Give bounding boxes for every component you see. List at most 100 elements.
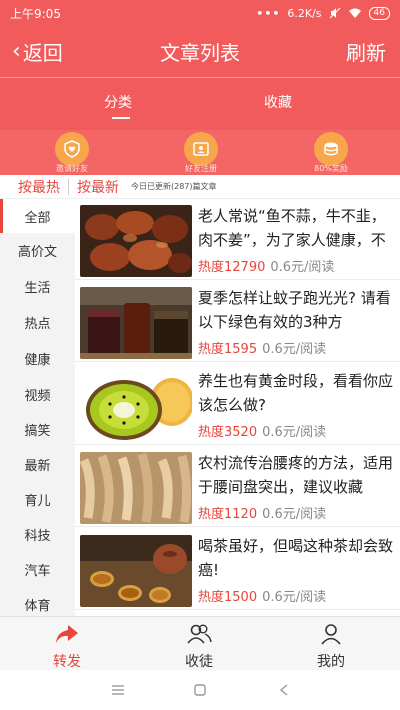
- category-item[interactable]: 视频: [0, 377, 75, 411]
- sort-newest-button[interactable]: 按最新: [77, 177, 119, 197]
- heart-shield-icon: [55, 132, 89, 166]
- nav-disciple-label: 收徒: [185, 654, 213, 670]
- nav-share-label: 转发: [53, 654, 81, 670]
- article-title: 农村流传治腰疼的方法，适用于腰间盘突出，建议收藏: [198, 454, 394, 496]
- article-meta: 热度1120 0.6元/阅读: [198, 503, 326, 522]
- status-bar: 上午9:05 ••• 6.2K/s 46: [0, 0, 400, 26]
- article-thumbnail: [80, 287, 192, 359]
- tab-favorites[interactable]: 收藏: [264, 92, 292, 112]
- article-item[interactable]: 农村流传治腰疼的方法，适用于腰间盘突出，建议收藏 热度1120 0.6元/阅读: [75, 447, 400, 527]
- coins-icon: [314, 132, 348, 166]
- header-divider: [0, 77, 400, 78]
- article-price: 0.6元/阅读: [262, 342, 327, 357]
- menu-icon[interactable]: [108, 680, 128, 700]
- article-title: 喝茶虽好，但喝这种茶却会致癌!: [198, 537, 394, 579]
- category-label: 科技: [24, 528, 51, 544]
- active-tab-indicator: [112, 117, 130, 119]
- tab-category[interactable]: 分类: [104, 92, 132, 112]
- category-label: 健康: [24, 352, 51, 368]
- category-label: 视频: [24, 388, 51, 404]
- nav-mine[interactable]: 我的: [286, 623, 376, 671]
- article-heat: 热度1120: [198, 507, 258, 522]
- nav-disciple[interactable]: 收徒: [154, 623, 244, 671]
- category-item[interactable]: 搞笑: [0, 412, 75, 446]
- article-heat: 热度1595: [198, 342, 258, 357]
- status-time: 上午9:05: [10, 6, 61, 21]
- share-arrow-icon: [22, 623, 112, 647]
- category-label: 汽车: [24, 563, 51, 579]
- category-item[interactable]: 最新: [0, 447, 75, 481]
- article-title: 养生也有黄金时段，看看你应该怎么做?: [198, 372, 394, 414]
- article-item[interactable]: 喝茶虽好，但喝这种茶却会致癌! 热度1500 0.6元/阅读: [75, 530, 400, 610]
- category-label: 热点: [24, 316, 51, 332]
- category-label: 最新: [24, 458, 51, 474]
- mute-icon: [329, 7, 340, 19]
- category-label: 育儿: [24, 493, 51, 509]
- article-heat: 热度1500: [198, 590, 258, 605]
- article-thumbnail: [80, 370, 192, 442]
- article-thumbnail: [80, 452, 192, 524]
- refresh-button[interactable]: 刷新: [346, 37, 386, 66]
- article-item[interactable]: 养生也有黄金时段，看看你应该怎么做? 热度3520 0.6元/阅读: [75, 365, 400, 445]
- status-indicators: ••• 6.2K/s 46: [256, 6, 390, 20]
- article-thumbnail: [80, 535, 192, 607]
- category-label: 体育: [24, 598, 51, 614]
- category-item[interactable]: 科技: [0, 517, 75, 551]
- category-item[interactable]: 热点: [0, 305, 75, 339]
- article-item[interactable]: 夏季怎样让蚊子跑光光? 请看以下绿色有效的3种方 热度1595 0.6元/阅读: [75, 282, 400, 362]
- invite-friends-label: 邀请好友: [56, 164, 88, 173]
- id-card-icon: [184, 132, 218, 166]
- reward-label: 80%奖励: [314, 164, 348, 173]
- quick-actions: 邀请好友 好友注册 80%奖励: [0, 130, 400, 175]
- article-meta: 热度1500 0.6元/阅读: [198, 586, 326, 605]
- category-item[interactable]: 育儿: [0, 482, 75, 516]
- article-item[interactable]: 老人常说“鱼不蒜，牛不韭，肉不姜”，为了家人健康，不 热度12790 0.6元/阅…: [75, 200, 400, 280]
- article-thumbnail: [80, 205, 192, 277]
- category-item[interactable]: 健康: [0, 341, 75, 375]
- system-navigation-bar: [0, 670, 400, 710]
- battery-icon: 46: [368, 6, 390, 20]
- category-item[interactable]: 全部: [0, 199, 75, 233]
- friend-register-label: 好友注册: [185, 164, 217, 173]
- people-icon: [154, 623, 244, 647]
- sort-divider: [68, 178, 69, 195]
- article-price: 0.6元/阅读: [262, 425, 327, 440]
- back-triangle-icon[interactable]: [274, 680, 294, 700]
- article-heat: 热度3520: [198, 425, 258, 440]
- article-meta: 热度1595 0.6元/阅读: [198, 338, 326, 357]
- notification-dots: •••: [256, 6, 281, 20]
- person-icon: [286, 623, 376, 647]
- nav-share[interactable]: 转发: [22, 623, 112, 671]
- home-square-icon[interactable]: [190, 680, 210, 700]
- article-price: 0.6元/阅读: [262, 590, 327, 605]
- category-label: 高价文: [17, 244, 57, 260]
- sort-hottest-button[interactable]: 按最热: [18, 177, 60, 197]
- reward-action[interactable]: 80%奖励: [291, 132, 371, 174]
- category-label: 搞笑: [24, 423, 51, 439]
- category-item[interactable]: 生活: [0, 269, 75, 303]
- article-price: 0.6元/阅读: [270, 260, 335, 275]
- network-speed: 6.2K/s: [287, 6, 322, 20]
- category-sidebar: 全部 高价文 生活 热点 健康 视频 搞笑 最新 育儿 科技 汽车 体育: [0, 199, 75, 617]
- category-item[interactable]: 高价文: [0, 233, 75, 267]
- article-heat: 热度12790: [198, 260, 266, 275]
- title-bar: ‹ 返回 文章列表 刷新: [0, 26, 400, 76]
- category-item[interactable]: 汽车: [0, 552, 75, 586]
- bottom-navigation: 转发 收徒 我的: [0, 616, 400, 670]
- page-title: 文章列表: [160, 40, 240, 65]
- wifi-icon: [348, 8, 361, 18]
- friend-register-action[interactable]: 好友注册: [161, 132, 241, 174]
- article-title: 夏季怎样让蚊子跑光光? 请看以下绿色有效的3种方: [198, 289, 391, 331]
- sort-bar: 按最热 按最新 今日已更新(287)篇文章: [0, 175, 400, 199]
- invite-friends-action[interactable]: 邀请好友: [32, 132, 112, 174]
- article-price: 0.6元/阅读: [262, 507, 327, 522]
- category-label: 全部: [24, 210, 51, 226]
- article-meta: 热度12790 0.6元/阅读: [198, 256, 334, 275]
- article-meta: 热度3520 0.6元/阅读: [198, 421, 326, 440]
- update-count-text: 今日已更新(287)篇文章: [131, 182, 217, 191]
- tab-bar: 分类 收藏: [0, 92, 400, 122]
- article-title: 老人常说“鱼不蒜，牛不韭，肉不姜”，为了家人健康，不: [198, 207, 386, 249]
- active-category-marker: [0, 199, 3, 233]
- nav-mine-label: 我的: [317, 654, 345, 670]
- category-label: 生活: [24, 280, 51, 296]
